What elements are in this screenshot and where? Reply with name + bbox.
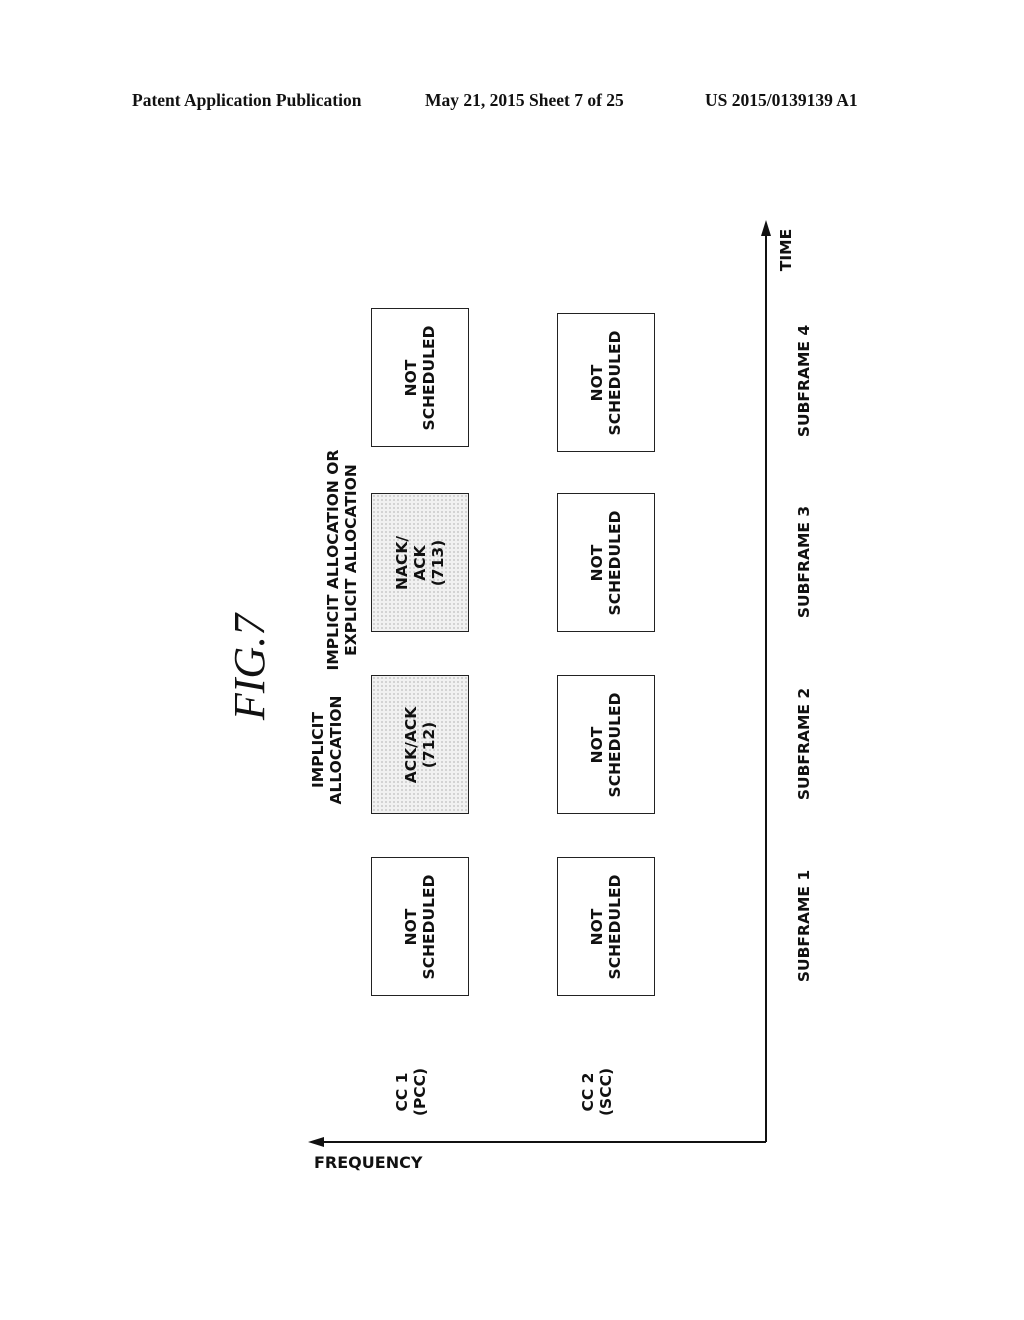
cell-text: NOT SCHEDULED <box>402 874 438 979</box>
cell-text: NOT SCHEDULED <box>588 874 624 979</box>
cell-text: NACK/ ACK (713) <box>393 535 447 590</box>
time-axis-label: TIME <box>777 228 795 272</box>
cell-text: ACK/ACK (712) <box>402 706 438 783</box>
frequency-axis-label: FREQUENCY <box>314 1153 423 1172</box>
carrier-label-cc1: CC 1 (PCC) <box>393 1067 429 1117</box>
cell-cc2-subframe3: NOT SCHEDULED <box>557 493 655 632</box>
carrier-label-cc2: CC 2 (SCC) <box>579 1067 615 1117</box>
cell-text: NOT SCHEDULED <box>588 330 624 435</box>
subframe-label-4: SUBFRAME 4 <box>795 324 813 438</box>
cell-cc1-subframe3: NACK/ ACK (713) <box>371 493 469 632</box>
cell-cc2-subframe2: NOT SCHEDULED <box>557 675 655 814</box>
subframe-label-2: SUBFRAME 2 <box>795 687 813 801</box>
axes <box>308 220 771 1147</box>
annotation-implicit-or-explicit: IMPLICIT ALLOCATION OR EXPLICIT ALLOCATI… <box>324 449 360 671</box>
cell-cc2-subframe1: NOT SCHEDULED <box>557 857 655 996</box>
cell-cc1-subframe4: NOT SCHEDULED <box>371 308 469 447</box>
time-axis-arrow-icon <box>761 220 771 236</box>
cell-cc2-subframe4: NOT SCHEDULED <box>557 313 655 452</box>
cell-cc1-subframe1: NOT SCHEDULED <box>371 857 469 996</box>
cell-cc1-subframe2: ACK/ACK (712) <box>371 675 469 814</box>
cell-text: NOT SCHEDULED <box>588 692 624 797</box>
cell-text: NOT SCHEDULED <box>402 325 438 430</box>
subframe-label-1: SUBFRAME 1 <box>795 869 813 983</box>
frequency-axis-arrow-icon <box>308 1137 324 1147</box>
subframe-label-3: SUBFRAME 3 <box>795 505 813 619</box>
cell-text: NOT SCHEDULED <box>588 510 624 615</box>
annotation-implicit-allocation: IMPLICIT ALLOCATION <box>309 695 345 805</box>
